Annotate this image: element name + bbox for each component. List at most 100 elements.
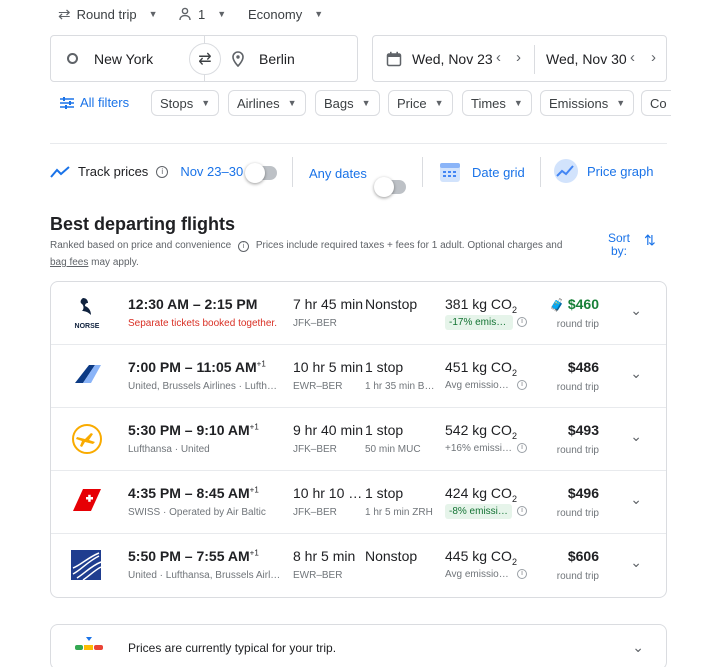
caret-down-icon: ▼ — [217, 9, 227, 19]
flight-price: $496 — [567, 485, 599, 501]
united-logo — [69, 548, 105, 581]
airline-names: United, Brussels Airlines · Lufth… — [128, 381, 277, 392]
expand-chevron-icon[interactable]: ⌄ — [630, 302, 642, 319]
flight-row[interactable]: 7:00 PM – 11:05 AM+1 United, Brussels Ai… — [51, 345, 666, 408]
expand-chevron-icon[interactable]: ⌄ — [630, 554, 642, 571]
layover-info: 1 hr 35 min B… — [365, 381, 435, 392]
price-graph-button[interactable]: Price graph — [553, 158, 653, 184]
flight-row[interactable]: 4:35 PM – 8:45 AM+1 SWISS · Operated by … — [51, 471, 666, 534]
chevron-down-icon: ⌄ — [632, 639, 644, 655]
filter-stops[interactable]: Stops ▼ — [151, 90, 220, 116]
filter-bags[interactable]: Bags ▼ — [315, 90, 380, 116]
filter-times[interactable]: Times ▼ — [462, 90, 532, 116]
return-date-field[interactable]: Wed, Nov 30 — [546, 48, 627, 70]
info-icon[interactable]: i — [238, 241, 250, 252]
info-icon[interactable]: i — [517, 443, 527, 453]
swap-icon: ⇄ — [198, 51, 212, 68]
caret-down-icon: ▼ — [314, 9, 324, 19]
flight-duration: 7 hr 45 min — [293, 296, 364, 312]
filter-price[interactable]: Price ▼ — [388, 90, 453, 116]
destination-field[interactable]: Berlin — [204, 35, 358, 82]
all-filters-button[interactable]: All filters — [60, 95, 129, 110]
flight-times: 4:35 PM – 8:45 AM+1 — [128, 485, 259, 501]
brussels-logo — [69, 359, 105, 391]
flight-list: NORSE 12:30 AM – 2:15 PM Separate ticket… — [50, 281, 667, 598]
flight-price: $606 — [567, 548, 599, 564]
date-grid-button[interactable]: Date grid — [438, 160, 525, 184]
caret-down-icon: ▼ — [361, 98, 371, 108]
flight-times: 12:30 AM – 2:15 PM — [128, 296, 258, 312]
price-insight-card[interactable]: Prices are currently typical for your tr… — [50, 624, 667, 667]
filter-label: Price — [397, 95, 427, 111]
flight-row[interactable]: NORSE 12:30 AM – 2:15 PM Separate ticket… — [51, 282, 666, 345]
info-icon[interactable]: i — [517, 506, 527, 516]
filter-sliders-icon — [60, 96, 74, 109]
price-note: round trip — [556, 571, 599, 582]
norse-logo: NORSE — [69, 296, 105, 330]
filter-emissions[interactable]: Emissions ▼ — [540, 90, 635, 116]
expand-chevron-icon[interactable]: ⌄ — [630, 491, 642, 508]
filter-label: Co — [650, 95, 667, 111]
subtitle-may-apply: may apply. — [91, 257, 139, 268]
tools-divider — [292, 157, 293, 187]
chevron-right-icon: › — [516, 49, 521, 66]
airline-names: SWISS · Operated by Air Baltic — [128, 507, 266, 518]
flight-row[interactable]: 5:30 PM – 9:10 AM+1 Lufthansa · United 9… — [51, 408, 666, 471]
sort-label-by: by: — [611, 244, 628, 258]
co2-emissions: 542 kg CO2 — [445, 422, 517, 441]
price-graph-label: Price graph — [587, 163, 654, 179]
info-icon[interactable]: i — [517, 317, 527, 327]
expand-chevron-icon[interactable]: ⌄ — [630, 428, 642, 445]
info-icon[interactable]: i — [517, 569, 527, 579]
flight-route: EWR–BER — [293, 570, 343, 581]
caret-down-icon: ▼ — [434, 98, 444, 108]
swap-arrows-icon: ⇄ — [58, 6, 71, 23]
co2-emissions: 445 kg CO2 — [445, 548, 517, 567]
filter-label: Airlines — [237, 95, 280, 111]
layover-info: 1 hr 5 min ZRH — [365, 507, 433, 518]
lufthansa-logo — [69, 422, 105, 454]
bag-fees-link[interactable]: bag fees — [50, 257, 88, 268]
passengers-select[interactable]: 1 ▼ — [178, 4, 226, 24]
co2-emissions: 381 kg CO2 — [445, 296, 517, 315]
filter-airlines[interactable]: Airlines ▼ — [228, 90, 306, 116]
info-icon[interactable]: i — [517, 380, 527, 390]
flight-stops: Nonstop — [365, 548, 418, 564]
swap-locations-button[interactable]: ⇄ — [189, 43, 221, 75]
return-prev-button[interactable]: ‹ — [630, 49, 635, 66]
filter-label: Times — [471, 95, 506, 111]
sort-button[interactable]: Sort by: ⇅ — [608, 232, 658, 258]
caret-down-icon: ▼ — [513, 98, 523, 108]
return-next-button[interactable]: › — [651, 49, 656, 66]
subtitle-prices: Prices include required taxes + fees for… — [255, 240, 563, 251]
destination-value: Berlin — [259, 50, 295, 67]
flight-row[interactable]: 5:50 PM – 7:55 AM+1 United · Lufthansa, … — [51, 534, 666, 597]
airline-names: United · Lufthansa, Brussels Airl… — [128, 570, 281, 581]
subtitle-ranking: Ranked based on price and convenience — [50, 240, 232, 251]
cabin-class-label: Economy — [248, 6, 303, 22]
flight-stops: 1 stop — [365, 485, 404, 501]
track-prices-toggle[interactable] — [245, 163, 277, 183]
caret-down-icon: ▼ — [148, 9, 158, 19]
chevron-left-icon: ‹ — [496, 49, 501, 66]
trip-type-label: Round trip — [76, 6, 137, 22]
chevron-right-icon: › — [651, 49, 656, 66]
expand-chevron-icon[interactable]: ⌄ — [630, 365, 642, 382]
filter-more[interactable]: Co — [641, 90, 671, 116]
flight-times: 7:00 PM – 11:05 AM+1 — [128, 359, 266, 375]
flight-duration: 10 hr 5 min — [293, 359, 364, 375]
track-range: Nov 23–30 — [180, 164, 244, 179]
depart-date-field[interactable]: Wed, Nov 23 — [386, 48, 493, 70]
info-icon[interactable]: i — [156, 165, 169, 178]
co2-emissions: 424 kg CO2 — [445, 485, 517, 504]
depart-prev-button[interactable]: ‹ — [496, 49, 501, 66]
trend-line-icon — [50, 165, 70, 178]
flight-stops: Nonstop — [365, 296, 418, 312]
any-dates-toggle[interactable] — [374, 177, 406, 197]
trip-type-select[interactable]: ⇄ Round trip ▼ — [58, 4, 157, 24]
cabin-class-select[interactable]: Economy ▼ — [248, 4, 323, 24]
depart-next-button[interactable]: › — [516, 49, 521, 66]
price-note: round trip — [556, 445, 599, 456]
all-filters-label: All filters — [80, 95, 130, 110]
price-level-icon — [75, 637, 103, 650]
